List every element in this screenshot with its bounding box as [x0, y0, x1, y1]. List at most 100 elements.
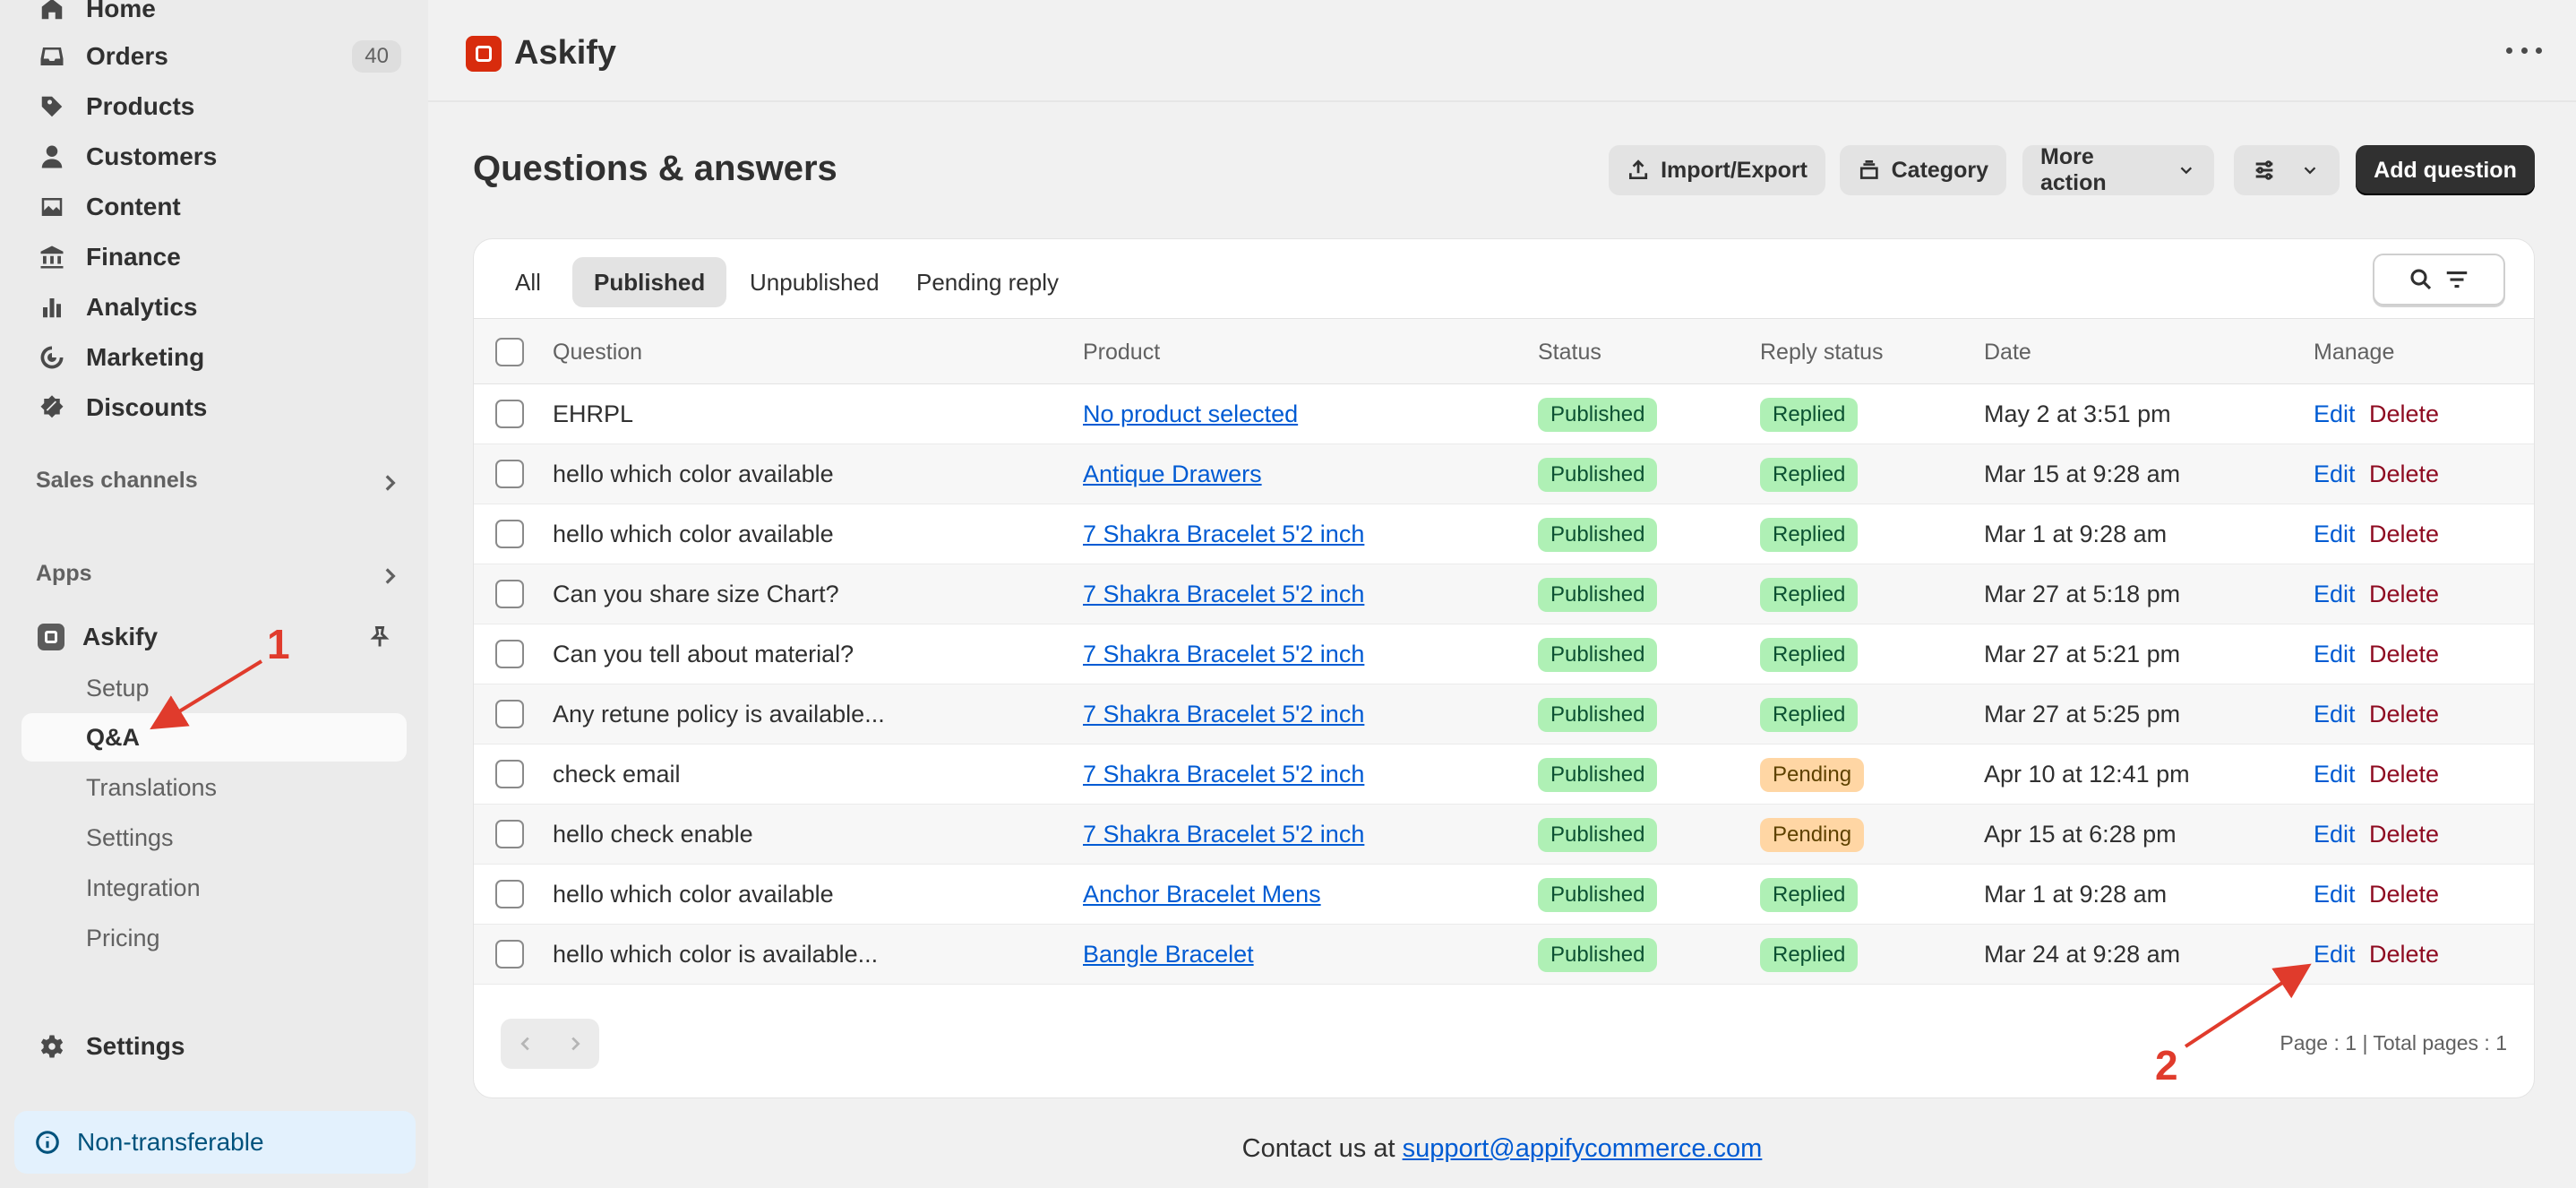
- app-sub-translations[interactable]: Translations: [21, 763, 407, 812]
- product-link[interactable]: Antique Drawers: [1083, 444, 1262, 504]
- search-filter-button[interactable]: [2373, 254, 2505, 306]
- delete-link[interactable]: Delete: [2369, 564, 2439, 624]
- chevron-right-icon[interactable]: [565, 1034, 585, 1054]
- table-row[interactable]: hello which color is available... Bangle …: [474, 925, 2534, 985]
- date-cell: Apr 10 at 12:41 pm: [1984, 761, 2190, 788]
- app-sub-qa[interactable]: Q&A: [21, 713, 407, 762]
- row-checkbox[interactable]: [495, 760, 524, 788]
- row-checkbox[interactable]: [495, 520, 524, 548]
- tab-pending-reply[interactable]: Pending reply: [895, 257, 1080, 307]
- delete-link[interactable]: Delete: [2369, 444, 2439, 504]
- table-row[interactable]: hello which color available Anchor Bracel…: [474, 865, 2534, 925]
- date-cell: Mar 27 at 5:18 pm: [1984, 581, 2181, 607]
- button-label: Add question: [2374, 157, 2517, 183]
- delete-link[interactable]: Delete: [2369, 745, 2439, 805]
- nav-settings[interactable]: Settings: [21, 1023, 407, 1070]
- chevron-right-icon[interactable]: [378, 471, 401, 495]
- table-row[interactable]: hello which color available Antique Drawe…: [474, 444, 2534, 504]
- edit-link[interactable]: Edit: [2314, 504, 2356, 564]
- table-row[interactable]: hello check enable 7 Shakra Bracelet 5'2 …: [474, 805, 2534, 865]
- sales-channels-heading[interactable]: Sales channels: [36, 468, 198, 494]
- edit-link[interactable]: Edit: [2314, 684, 2356, 745]
- category-button[interactable]: Category: [1840, 145, 2006, 195]
- date-cell: Mar 27 at 5:25 pm: [1984, 701, 2181, 727]
- table-row[interactable]: EHRPL No product selected Published Replied…: [474, 384, 2534, 444]
- table-row[interactable]: Can you share size Chart? 7 Shakra Bracel…: [474, 564, 2534, 624]
- view-settings-button[interactable]: [2234, 145, 2340, 195]
- delete-link[interactable]: Delete: [2369, 865, 2439, 925]
- nav-content[interactable]: Content: [21, 184, 407, 230]
- product-link[interactable]: Bangle Bracelet: [1083, 925, 1254, 985]
- support-email-link[interactable]: support@appifycommerce.com: [1403, 1134, 1763, 1163]
- delete-link[interactable]: Delete: [2369, 684, 2439, 745]
- app-sub-setup[interactable]: Setup: [21, 664, 407, 712]
- nav-products[interactable]: Products: [21, 83, 407, 130]
- product-link[interactable]: Anchor Bracelet Mens: [1083, 865, 1321, 925]
- more-action-button[interactable]: More action: [2022, 144, 2214, 195]
- pin-icon[interactable]: [367, 624, 392, 650]
- row-checkbox[interactable]: [495, 460, 524, 488]
- import-export-button[interactable]: Import/Export: [1609, 145, 1825, 195]
- app-sub-integration[interactable]: Integration: [21, 864, 407, 912]
- sidebar: Home Orders 40 Products Customers Conten…: [0, 0, 428, 1188]
- chevron-right-icon[interactable]: [378, 564, 401, 588]
- question-cell: Can you tell about material?: [553, 641, 854, 667]
- product-link[interactable]: 7 Shakra Bracelet 5'2 inch: [1083, 684, 1364, 745]
- product-link[interactable]: 7 Shakra Bracelet 5'2 inch: [1083, 805, 1364, 865]
- nav-home[interactable]: Home: [21, 0, 407, 32]
- tab-published[interactable]: Published: [572, 257, 727, 307]
- delete-link[interactable]: Delete: [2369, 384, 2439, 444]
- column-header: Product: [1083, 340, 1161, 365]
- row-checkbox[interactable]: [495, 640, 524, 668]
- bank-icon: [34, 239, 70, 275]
- app-askify[interactable]: Askify: [21, 614, 407, 660]
- edit-link[interactable]: Edit: [2314, 384, 2356, 444]
- app-sub-settings[interactable]: Settings: [21, 814, 407, 862]
- row-checkbox[interactable]: [495, 580, 524, 608]
- delete-link[interactable]: Delete: [2369, 504, 2439, 564]
- chevron-left-icon[interactable]: [516, 1034, 536, 1054]
- edit-link[interactable]: Edit: [2314, 805, 2356, 865]
- date-cell: Mar 1 at 9:28 am: [1984, 521, 2168, 547]
- nav-orders[interactable]: Orders 40: [21, 33, 407, 80]
- non-transferable-notice[interactable]: Non-transferable: [14, 1111, 416, 1174]
- delete-link[interactable]: Delete: [2369, 805, 2439, 865]
- row-checkbox[interactable]: [495, 880, 524, 908]
- table-row[interactable]: Any retune policy is available... 7 Shakr…: [474, 684, 2534, 745]
- select-all-checkbox[interactable]: [495, 338, 524, 366]
- gear-icon: [34, 1029, 70, 1064]
- edit-link[interactable]: Edit: [2314, 444, 2356, 504]
- nav-discounts[interactable]: Discounts: [21, 384, 407, 431]
- nav-analytics[interactable]: Analytics: [21, 284, 407, 331]
- notice-text: Non-transferable: [77, 1128, 264, 1156]
- askify-logo-icon: [466, 35, 502, 72]
- edit-link[interactable]: Edit: [2314, 624, 2356, 684]
- edit-link[interactable]: Edit: [2314, 745, 2356, 805]
- product-link[interactable]: 7 Shakra Bracelet 5'2 inch: [1083, 745, 1364, 805]
- row-checkbox[interactable]: [495, 700, 524, 728]
- edit-link[interactable]: Edit: [2314, 925, 2356, 985]
- nav-customers[interactable]: Customers: [21, 133, 407, 180]
- tab-all[interactable]: All: [494, 257, 562, 307]
- nav-marketing[interactable]: Marketing: [21, 334, 407, 381]
- app-sub-pricing[interactable]: Pricing: [21, 914, 407, 962]
- more-options-icon[interactable]: [2506, 39, 2542, 61]
- table-row[interactable]: check email 7 Shakra Bracelet 5'2 inch Pub…: [474, 745, 2534, 805]
- delete-link[interactable]: Delete: [2369, 624, 2439, 684]
- product-link[interactable]: No product selected: [1083, 384, 1298, 444]
- product-link[interactable]: 7 Shakra Bracelet 5'2 inch: [1083, 504, 1364, 564]
- add-question-button[interactable]: Add question: [2356, 145, 2535, 195]
- product-link[interactable]: 7 Shakra Bracelet 5'2 inch: [1083, 564, 1364, 624]
- apps-heading[interactable]: Apps: [36, 561, 92, 587]
- table-row[interactable]: Can you tell about material? 7 Shakra Bra…: [474, 624, 2534, 684]
- nav-finance[interactable]: Finance: [21, 234, 407, 280]
- row-checkbox[interactable]: [495, 820, 524, 848]
- edit-link[interactable]: Edit: [2314, 564, 2356, 624]
- product-link[interactable]: 7 Shakra Bracelet 5'2 inch: [1083, 624, 1364, 684]
- delete-link[interactable]: Delete: [2369, 925, 2439, 985]
- row-checkbox[interactable]: [495, 400, 524, 428]
- edit-link[interactable]: Edit: [2314, 865, 2356, 925]
- table-row[interactable]: hello which color available 7 Shakra Brac…: [474, 504, 2534, 564]
- tab-unpublished[interactable]: Unpublished: [728, 257, 901, 307]
- row-checkbox[interactable]: [495, 940, 524, 968]
